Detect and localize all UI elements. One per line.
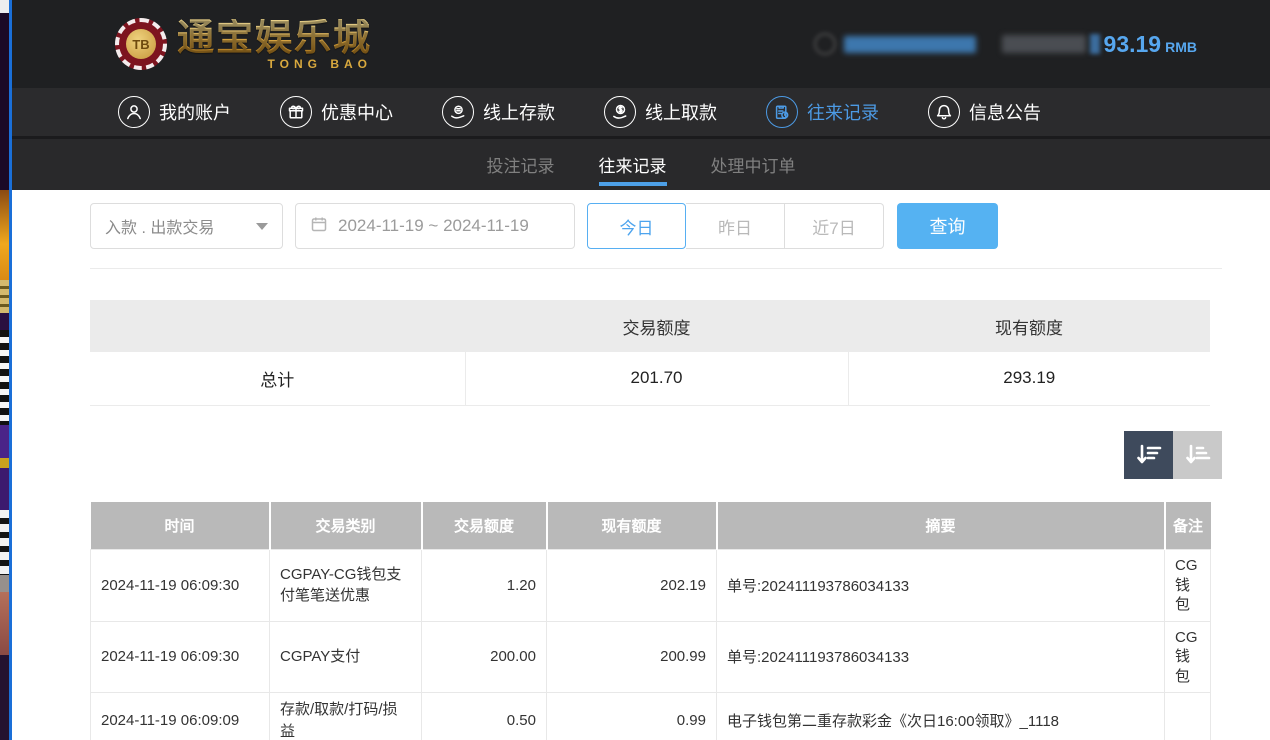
transactions-table: 时间 交易类别 交易额度 现有额度 摘要 备注 2024-11-19 06:09… <box>90 502 1211 740</box>
col-amount: 交易额度 <box>422 502 547 550</box>
top-header: TB 通宝娱乐城 TONG BAO 93.19 RMB <box>12 0 1270 88</box>
nav-item-withdraw[interactable]: 线上取款 <box>604 96 717 128</box>
tab-label: 往来记录 <box>599 152 667 177</box>
nav-item-my-account[interactable]: 我的账户 <box>118 96 231 128</box>
redacted-balance-label <box>1002 35 1086 53</box>
cell-current: 202.19 <box>547 550 717 622</box>
user-info <box>814 33 976 55</box>
date-range-value: 2024-11-19 ~ 2024-11-19 <box>338 216 529 236</box>
query-button[interactable]: 查询 <box>897 203 998 249</box>
site-logo[interactable]: TB 通宝娱乐城 TONG BAO <box>115 18 372 70</box>
deposit-icon <box>442 96 474 128</box>
header-account-area: 93.19 RMB <box>814 31 1197 58</box>
balance-display: 93.19 RMB <box>1002 31 1197 58</box>
tab-transaction-records[interactable]: 往来记录 <box>599 139 667 190</box>
nav-item-transaction-records[interactable]: 往来记录 <box>766 96 879 128</box>
nav-item-announcements[interactable]: 信息公告 <box>928 96 1041 128</box>
yesterday-button[interactable]: 昨日 <box>686 203 785 249</box>
chip-monogram: TB <box>126 29 156 59</box>
cell-amount: 1.20 <box>422 550 547 622</box>
gift-icon <box>280 96 312 128</box>
col-time: 时间 <box>91 502 270 550</box>
filter-bar: 入款 . 出款交易 2024-11-19 ~ 2024-11-19 今日 昨日 … <box>90 203 1222 249</box>
cell-type: CGPAY支付 <box>270 621 422 693</box>
cell-note: CG钱包 <box>1165 550 1211 622</box>
cell-time: 2024-11-19 06:09:09 <box>91 693 270 740</box>
cell-current: 200.99 <box>547 621 717 693</box>
table-header-row: 时间 交易类别 交易额度 现有额度 摘要 备注 <box>91 502 1211 550</box>
tab-betting-records[interactable]: 投注记录 <box>487 139 555 190</box>
nav-item-deposit[interactable]: 线上存款 <box>442 96 555 128</box>
tab-label: 处理中订单 <box>711 152 796 177</box>
window-divider-line <box>9 0 12 740</box>
col-current: 现有额度 <box>547 502 717 550</box>
casino-chip-icon: TB <box>115 18 167 70</box>
logo-subtitle: TONG BAO <box>268 58 372 70</box>
background-window-edge <box>0 0 9 740</box>
balance-currency: RMB <box>1165 39 1197 55</box>
transaction-type-dropdown[interactable]: 入款 . 出款交易 <box>90 203 283 249</box>
chevron-down-icon <box>256 223 268 230</box>
table-row: 2024-11-19 06:09:30 CGPAY-CG钱包支付笔笔送优惠 1.… <box>91 550 1211 622</box>
sort-descending-icon[interactable] <box>1124 431 1173 479</box>
cell-summary: 单号:202411193786034133 <box>717 550 1165 622</box>
col-summary: 摘要 <box>717 502 1165 550</box>
cell-summary: 电子钱包第二重存款彩金《次日16:00领取》_1118 <box>717 693 1165 740</box>
avatar-icon <box>814 33 836 55</box>
cell-current: 0.99 <box>547 693 717 740</box>
summary-table: 交易额度 现有额度 总计 201.70 293.19 <box>90 300 1210 406</box>
primary-nav: 我的账户 优惠中心 线上存款 线上取款 <box>12 88 1270 139</box>
col-note: 备注 <box>1165 502 1211 550</box>
cell-note: CG钱包 <box>1165 621 1211 693</box>
redacted-balance-digit <box>1090 34 1100 54</box>
cell-amount: 0.50 <box>422 693 547 740</box>
content-area: 入款 . 出款交易 2024-11-19 ~ 2024-11-19 今日 昨日 … <box>12 190 1270 740</box>
summary-transaction-total: 201.70 <box>465 352 848 405</box>
nav-label: 我的账户 <box>159 99 231 125</box>
cell-type: 存款/取款/打码/损益 <box>270 693 422 740</box>
summary-row-label: 总计 <box>90 352 465 405</box>
summary-header-transaction: 交易额度 <box>465 300 848 352</box>
bell-icon <box>928 96 960 128</box>
sort-controls <box>90 431 1222 479</box>
table-row: 2024-11-19 06:09:09 存款/取款/打码/损益 0.50 0.9… <box>91 693 1211 740</box>
today-button[interactable]: 今日 <box>587 203 686 249</box>
nav-label: 优惠中心 <box>321 99 393 125</box>
summary-total-row: 总计 201.70 293.19 <box>90 352 1210 405</box>
cell-amount: 200.00 <box>422 621 547 693</box>
cell-summary: 单号:202411193786034133 <box>717 621 1165 693</box>
nav-label: 线上存款 <box>483 99 555 125</box>
user-icon <box>118 96 150 128</box>
nav-label: 线上取款 <box>645 99 717 125</box>
cell-type: CGPAY-CG钱包支付笔笔送优惠 <box>270 550 422 622</box>
page: TB 通宝娱乐城 TONG BAO 93.19 RMB <box>0 0 1270 740</box>
last-7-days-button[interactable]: 近7日 <box>785 203 884 249</box>
redacted-username <box>844 36 976 53</box>
cell-time: 2024-11-19 06:09:30 <box>91 621 270 693</box>
summary-header-blank <box>90 300 465 352</box>
calendar-icon <box>310 215 328 238</box>
nav-label: 往来记录 <box>807 99 879 125</box>
cell-time: 2024-11-19 06:09:30 <box>91 550 270 622</box>
records-tab-bar: 投注记录 往来记录 处理中订单 <box>12 139 1270 190</box>
nav-label: 信息公告 <box>969 99 1041 125</box>
nav-item-promotions[interactable]: 优惠中心 <box>280 96 393 128</box>
summary-current-total: 293.19 <box>848 352 1210 405</box>
tab-label: 投注记录 <box>487 152 555 177</box>
records-icon <box>766 96 798 128</box>
cell-note <box>1165 693 1211 740</box>
table-row: 2024-11-19 06:09:30 CGPAY支付 200.00 200.9… <box>91 621 1211 693</box>
section-divider <box>90 268 1222 269</box>
withdraw-icon <box>604 96 636 128</box>
tab-processing-orders[interactable]: 处理中订单 <box>711 139 796 190</box>
dropdown-value: 入款 . 出款交易 <box>105 214 214 238</box>
quick-date-buttons: 今日 昨日 近7日 <box>587 203 884 249</box>
date-range-input[interactable]: 2024-11-19 ~ 2024-11-19 <box>295 203 575 249</box>
sort-ascending-icon[interactable] <box>1173 431 1222 479</box>
summary-header-current: 现有额度 <box>848 300 1210 352</box>
logo-title: 通宝娱乐城 <box>177 19 372 56</box>
col-type: 交易类别 <box>270 502 422 550</box>
balance-amount: 93.19 <box>1104 31 1162 58</box>
